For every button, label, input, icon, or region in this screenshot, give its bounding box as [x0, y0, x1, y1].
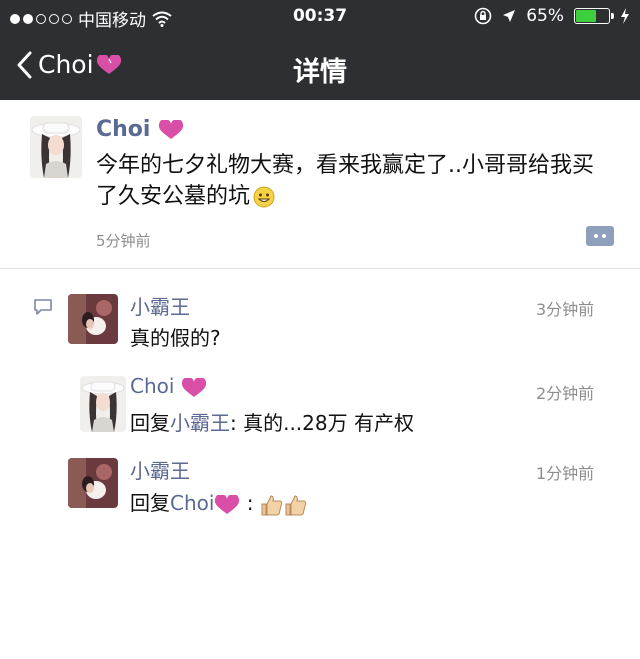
- comment-time: 1分钟前: [536, 464, 595, 483]
- comment-author-label: Choi: [130, 374, 175, 398]
- thumbs-up-icon: [285, 494, 307, 515]
- charging-icon: [621, 8, 629, 24]
- reply-prefix: 回复: [130, 491, 170, 515]
- commenter-avatar[interactable]: [68, 294, 118, 344]
- comment-text: 真的假的?: [130, 326, 221, 350]
- grin-emoji-icon: [253, 186, 275, 208]
- post-text: 今年的七夕礼物大赛，看来我赢定了..小哥哥给我买了久安公墓的坑: [96, 150, 611, 212]
- post-body: 今年的七夕礼物大赛，看来我赢定了..小哥哥给我买了久安公墓的坑: [96, 153, 594, 209]
- comment-text: 回复Choi :: [130, 487, 308, 516]
- orientation-lock-icon: [474, 7, 492, 25]
- location-arrow-icon: [503, 10, 516, 22]
- heart-emoji-icon: [159, 120, 184, 139]
- reply-to-link[interactable]: Choi: [170, 491, 214, 515]
- top-bar: 中国移动 00:37 65% Choi 详情: [0, 0, 640, 100]
- author-avatar[interactable]: [30, 116, 82, 178]
- divider: [0, 268, 640, 269]
- thumbs-up-icon: [261, 494, 283, 515]
- heart-emoji-icon: [181, 377, 206, 397]
- battery-percent: 65%: [526, 6, 564, 26]
- nav-bar: Choi 详情: [0, 40, 640, 94]
- commenter-avatar[interactable]: [68, 458, 118, 508]
- comment-author[interactable]: 小霸王: [130, 455, 190, 484]
- post-author-label: Choi: [96, 117, 151, 142]
- post-time: 5分钟前: [96, 232, 151, 250]
- heart-emoji-icon: [215, 494, 240, 514]
- post-author-name[interactable]: Choi: [96, 117, 184, 142]
- reply-body: :: [240, 491, 260, 515]
- comment-icon: [34, 299, 52, 315]
- reply-to-link[interactable]: 小霸王: [170, 411, 230, 435]
- comment-time: 3分钟前: [536, 300, 595, 319]
- commenter-avatar[interactable]: [80, 376, 126, 432]
- battery-icon: [574, 8, 614, 24]
- page-title: 详情: [293, 57, 347, 88]
- status-bar: 中国移动 00:37 65%: [0, 0, 640, 34]
- reply-prefix: 回复: [130, 411, 170, 435]
- comment-author[interactable]: 小霸王: [130, 291, 190, 320]
- comment-time: 2分钟前: [536, 384, 595, 403]
- more-actions-button[interactable]: [586, 226, 614, 246]
- reply-body: : 真的...28万 有产权: [230, 411, 414, 435]
- comment-author[interactable]: Choi: [130, 374, 207, 398]
- comment-text: 回复小霸王: 真的...28万 有产权: [130, 407, 414, 436]
- status-right: 65%: [474, 6, 630, 26]
